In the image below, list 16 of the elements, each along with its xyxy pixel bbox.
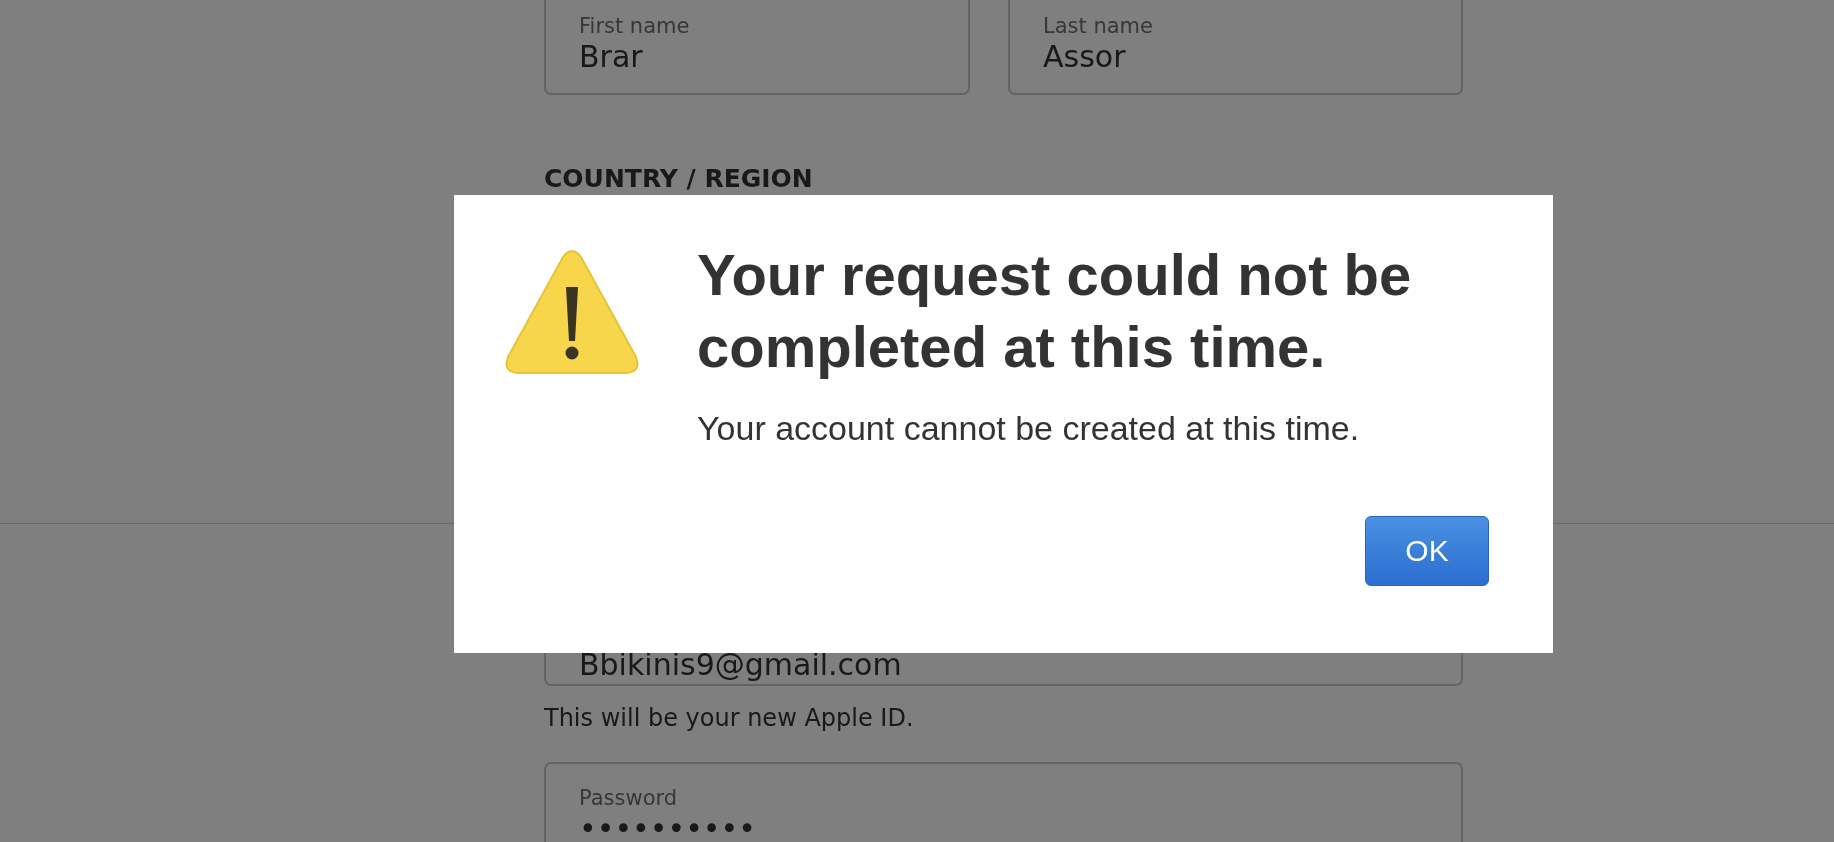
field-value: •••••••••• bbox=[579, 812, 757, 842]
field-value: Assor bbox=[1043, 40, 1127, 74]
field-value: Bbikinis9@gmail.com bbox=[579, 649, 903, 681]
text-field[interactable]: Last name Assor bbox=[1008, 0, 1463, 95]
field-label: Password bbox=[579, 786, 679, 810]
warning-icon bbox=[504, 249, 640, 377]
dialog-title: Your request could not be completed at this time. bbox=[697, 241, 1413, 381]
dialog-message: Your account cannot be created at this time. bbox=[697, 409, 1361, 448]
helper-text: This will be your new Apple ID. bbox=[544, 704, 915, 732]
field-label: Last name bbox=[1043, 14, 1154, 38]
ok-button[interactable]: OK bbox=[1365, 516, 1489, 586]
section-heading: COUNTRY / REGION bbox=[544, 164, 814, 193]
field-value: Brar bbox=[579, 40, 644, 74]
text-field[interactable]: Password •••••••••• bbox=[544, 762, 1463, 842]
field-label: First name bbox=[579, 14, 691, 38]
text-field[interactable]: First name Brar bbox=[544, 0, 970, 95]
